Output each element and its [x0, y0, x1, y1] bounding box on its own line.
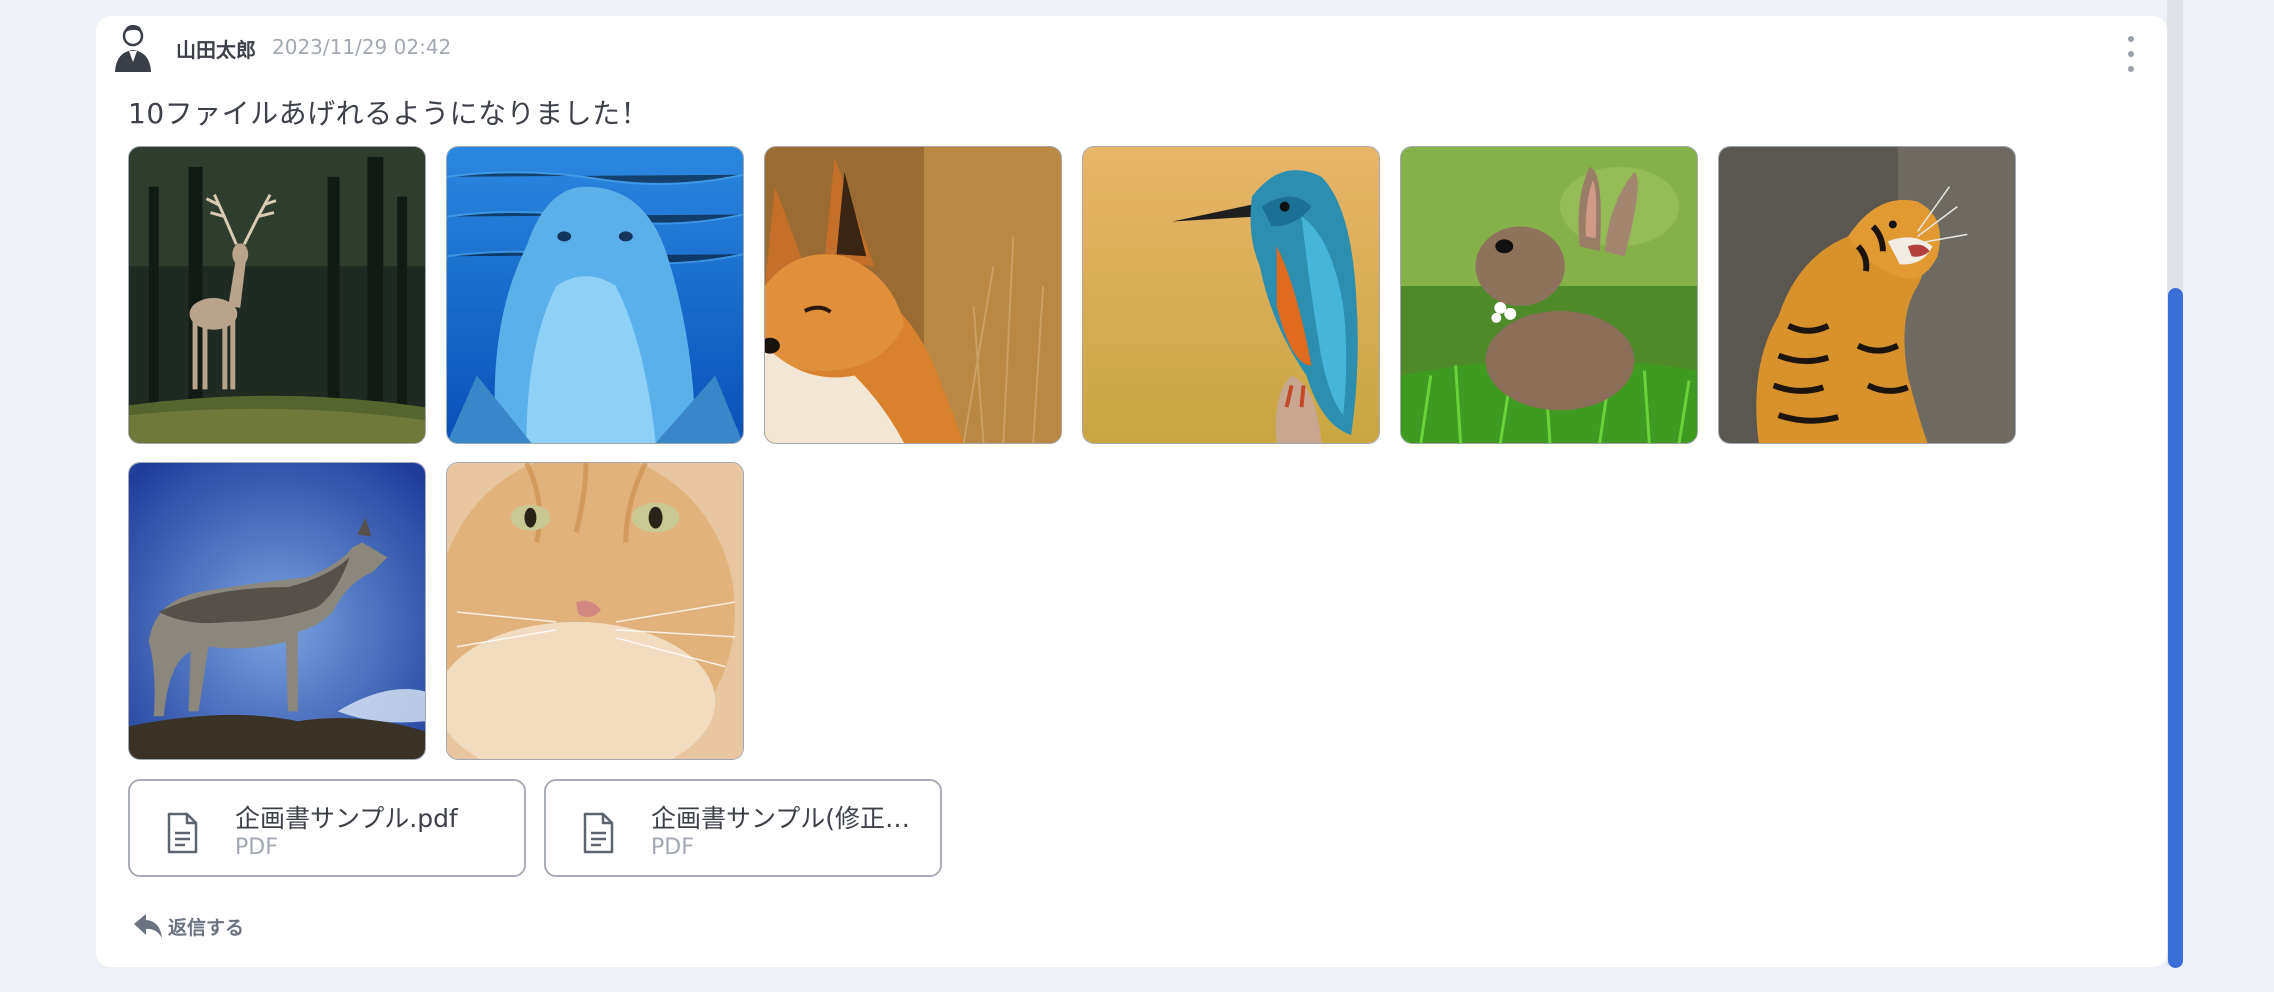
document-icon — [583, 812, 614, 854]
attachment-card[interactable]: 企画書サンプル.pdf PDF — [128, 779, 526, 877]
reply-button[interactable]: 返信する — [132, 912, 244, 940]
image-thumbnail-dolphin[interactable] — [446, 146, 744, 444]
reply-icon — [134, 914, 162, 938]
image-thumbnail-tiger[interactable] — [1718, 146, 2016, 444]
image-thumbnail-wolf[interactable] — [128, 462, 426, 760]
author-name: 山田太郎 — [176, 38, 256, 62]
image-thumbnail-deer[interactable] — [128, 146, 426, 444]
scrollbar-thumb[interactable] — [2168, 288, 2183, 968]
attachment-card[interactable]: 企画書サンプル(修正… PDF — [544, 779, 942, 877]
image-thumbnail-rabbit[interactable] — [1400, 146, 1698, 444]
image-thumbnail-fox[interactable] — [764, 146, 1062, 444]
image-thumbnail-cat[interactable] — [446, 462, 744, 760]
attachment-name: 企画書サンプル(修正… — [651, 804, 911, 833]
more-vertical-icon[interactable] — [2123, 36, 2139, 72]
post-timestamp: 2023/11/29 02:42 — [272, 35, 452, 59]
attachment-type: PDF — [651, 835, 694, 860]
attachment-name: 企画書サンプル.pdf — [235, 804, 458, 833]
avatar[interactable] — [112, 22, 154, 74]
post-card: 山田太郎 2023/11/29 02:42 10ファイルあげれるようになりました… — [96, 16, 2167, 967]
attachment-type: PDF — [235, 835, 278, 860]
reply-label: 返信する — [168, 916, 245, 939]
image-thumbnail-kingfisher[interactable] — [1082, 146, 1380, 444]
post-message: 10ファイルあげれるようになりました！ — [128, 97, 650, 130]
document-icon — [167, 812, 198, 854]
